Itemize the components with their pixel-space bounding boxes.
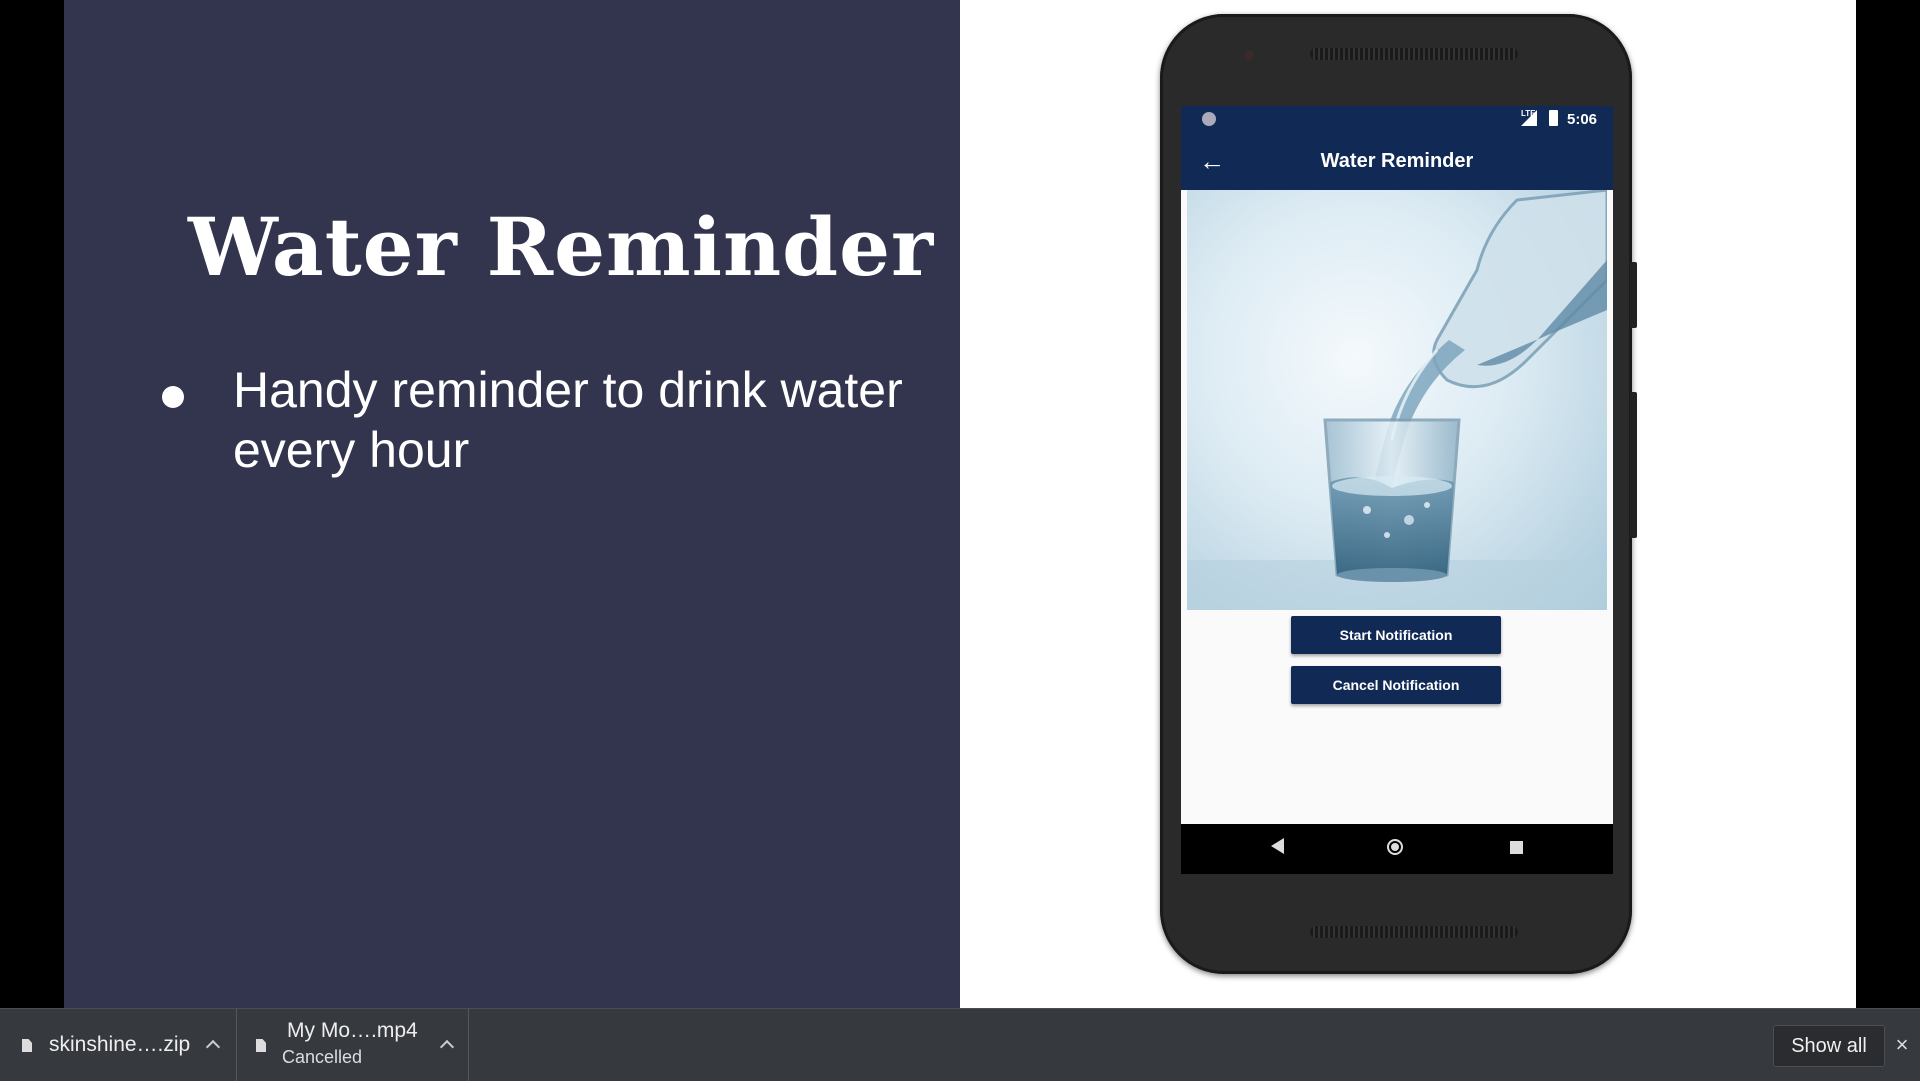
battery-icon: [1549, 110, 1558, 126]
close-icon[interactable]: ×: [1892, 1031, 1912, 1059]
phone-bottom-speaker: [1310, 926, 1518, 938]
slide-text-panel: [64, 0, 960, 1008]
status-time: 5:06: [1567, 111, 1598, 128]
download-status: Cancelled: [282, 1047, 363, 1067]
download-item[interactable]: My Mo….mp4 Cancelled: [236, 1009, 469, 1081]
chevron-up-icon[interactable]: [439, 1039, 455, 1055]
app-title: Water Reminder: [1320, 150, 1474, 172]
nav-back-icon[interactable]: [1271, 838, 1284, 854]
network-label: LTE: [1521, 109, 1536, 118]
app-toolbar: Water Reminder ←: [1181, 132, 1613, 190]
phone-power-button: [1630, 262, 1637, 328]
download-filename: skinshine….zip: [49, 1033, 191, 1056]
phone-top-speaker: [1310, 48, 1518, 60]
status-bar: LTE 5:06: [1181, 106, 1613, 132]
camera-icon: [1244, 50, 1254, 60]
presentation-stage: Water Reminder Handy reminder to drink w…: [0, 0, 1920, 1008]
bullet-icon: [162, 386, 184, 408]
file-icon: [256, 1039, 266, 1052]
slide-title: Water Reminder: [188, 200, 935, 294]
download-filename: My Mo….mp4: [287, 1019, 418, 1042]
water-pour-illustration: [1187, 190, 1607, 610]
phone-screen: LTE 5:06 Water Reminder ← Start Notifica…: [1181, 106, 1613, 874]
nav-recents-icon[interactable]: [1510, 841, 1523, 854]
download-item[interactable]: skinshine….zip: [0, 1009, 237, 1081]
download-bar: skinshine….zip My Mo….mp4 Cancelled Show…: [0, 1008, 1920, 1081]
water-glass-image: [1187, 190, 1607, 610]
start-notification-button[interactable]: Start Notification: [1291, 616, 1501, 654]
nav-home-icon[interactable]: [1387, 839, 1403, 855]
notification-icon: [1202, 112, 1216, 126]
show-all-button[interactable]: Show all: [1773, 1025, 1885, 1067]
phone-volume-button: [1630, 392, 1637, 538]
back-arrow-icon[interactable]: ←: [1197, 146, 1227, 176]
slide-bullet: Handy reminder to drink water every hour: [233, 362, 903, 478]
file-icon: [22, 1039, 32, 1052]
chevron-up-icon[interactable]: [205, 1039, 221, 1055]
cancel-notification-button[interactable]: Cancel Notification: [1291, 666, 1501, 704]
android-nav-bar: [1181, 824, 1613, 874]
